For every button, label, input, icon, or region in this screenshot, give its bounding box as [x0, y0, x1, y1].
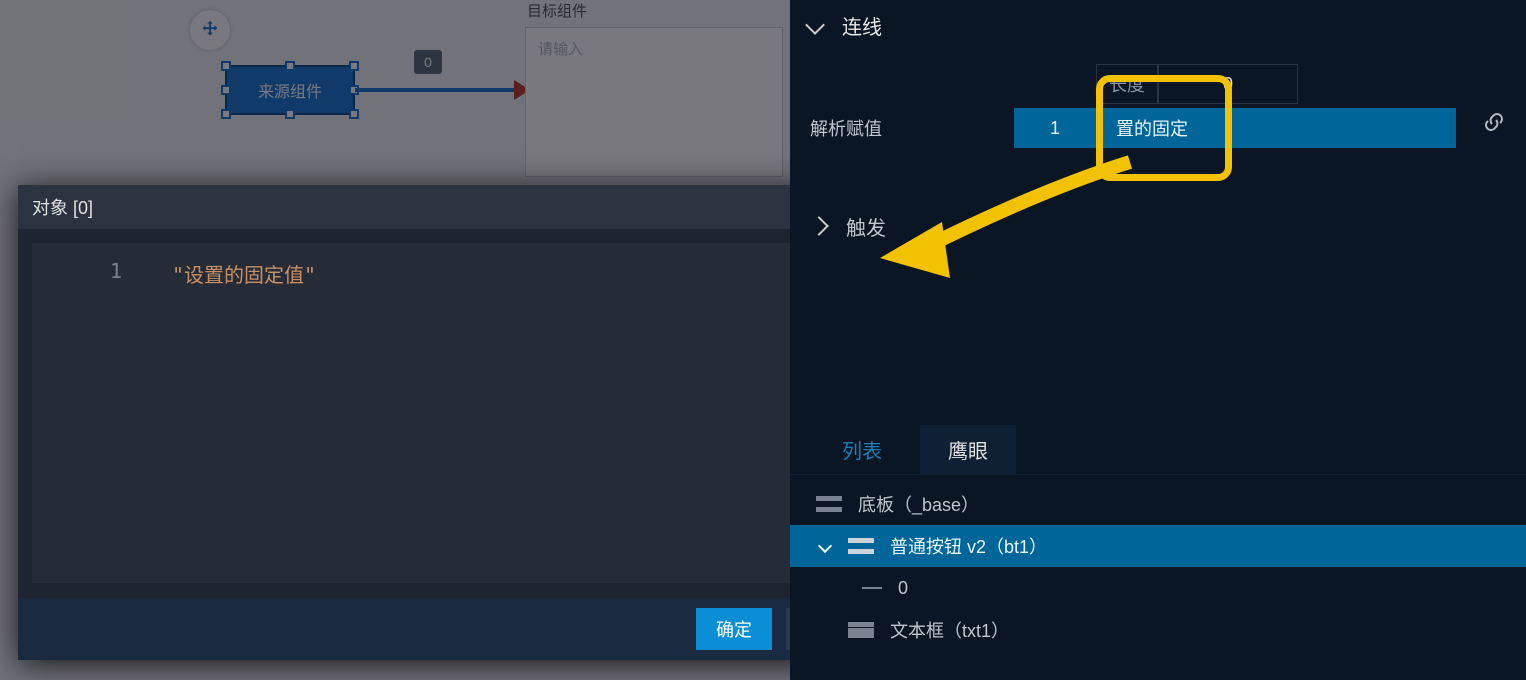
- connection-badge[interactable]: 0: [414, 50, 442, 74]
- tab-list[interactable]: 列表: [814, 425, 910, 474]
- trigger-section-header[interactable]: 触发: [790, 202, 1526, 250]
- source-component-node[interactable]: 来源组件: [225, 65, 355, 115]
- tree-item-base[interactable]: 底板（_base）: [790, 483, 1526, 525]
- connection-line[interactable]: [355, 88, 515, 92]
- row-index-cell[interactable]: 1: [1014, 108, 1096, 148]
- connection-section-header[interactable]: 连线: [790, 0, 1526, 50]
- chevron-right-icon: [809, 216, 829, 236]
- tree-item-bt1[interactable]: 普通按钮 v2（bt1）: [790, 525, 1526, 567]
- tab-eagle-eye[interactable]: 鹰眼: [920, 425, 1016, 474]
- target-component-input[interactable]: 请输入: [525, 27, 783, 177]
- line-icon: [862, 587, 882, 589]
- textbox-icon: [848, 622, 874, 638]
- tree-item-child-0[interactable]: 0: [790, 567, 1526, 609]
- section-title: 连线: [842, 11, 882, 40]
- parse-assign-label: 解析赋值: [810, 115, 1014, 141]
- tree-item-txt1[interactable]: 文本框（txt1）: [790, 609, 1526, 651]
- trigger-label: 触发: [846, 212, 886, 241]
- button-icon: [848, 538, 874, 554]
- length-header-cell: 长度: [1096, 64, 1158, 104]
- dialog-title: 对象 [0]: [32, 194, 93, 220]
- target-section-title: 目标组件: [525, 0, 785, 21]
- line-number: 1: [32, 259, 172, 288]
- row-value-cell[interactable]: 置的固定: [1096, 108, 1456, 148]
- code-editor[interactable]: 1 "设置的固定值": [32, 243, 866, 583]
- component-tree-panel: 列表 鹰眼 底板（_base） 普通按钮 v2（bt1） 0 文本框（txt1）: [790, 425, 1526, 680]
- panel-icon: [816, 496, 842, 512]
- chevron-down-icon: [805, 15, 825, 35]
- link-icon[interactable]: [1482, 110, 1508, 136]
- ok-button[interactable]: 确定: [696, 608, 772, 650]
- code-string-literal: "设置的固定值": [172, 263, 316, 287]
- chevron-down-icon: [816, 537, 834, 555]
- move-handle-icon[interactable]: [190, 10, 230, 50]
- length-value-cell[interactable]: 0: [1158, 64, 1298, 104]
- object-editor-dialog: 对象 [0] 1 "设置的固定值" 确定 取消: [18, 185, 880, 660]
- node-label: 来源组件: [258, 78, 322, 102]
- target-component-section: 目标组件 请输入: [525, 0, 785, 177]
